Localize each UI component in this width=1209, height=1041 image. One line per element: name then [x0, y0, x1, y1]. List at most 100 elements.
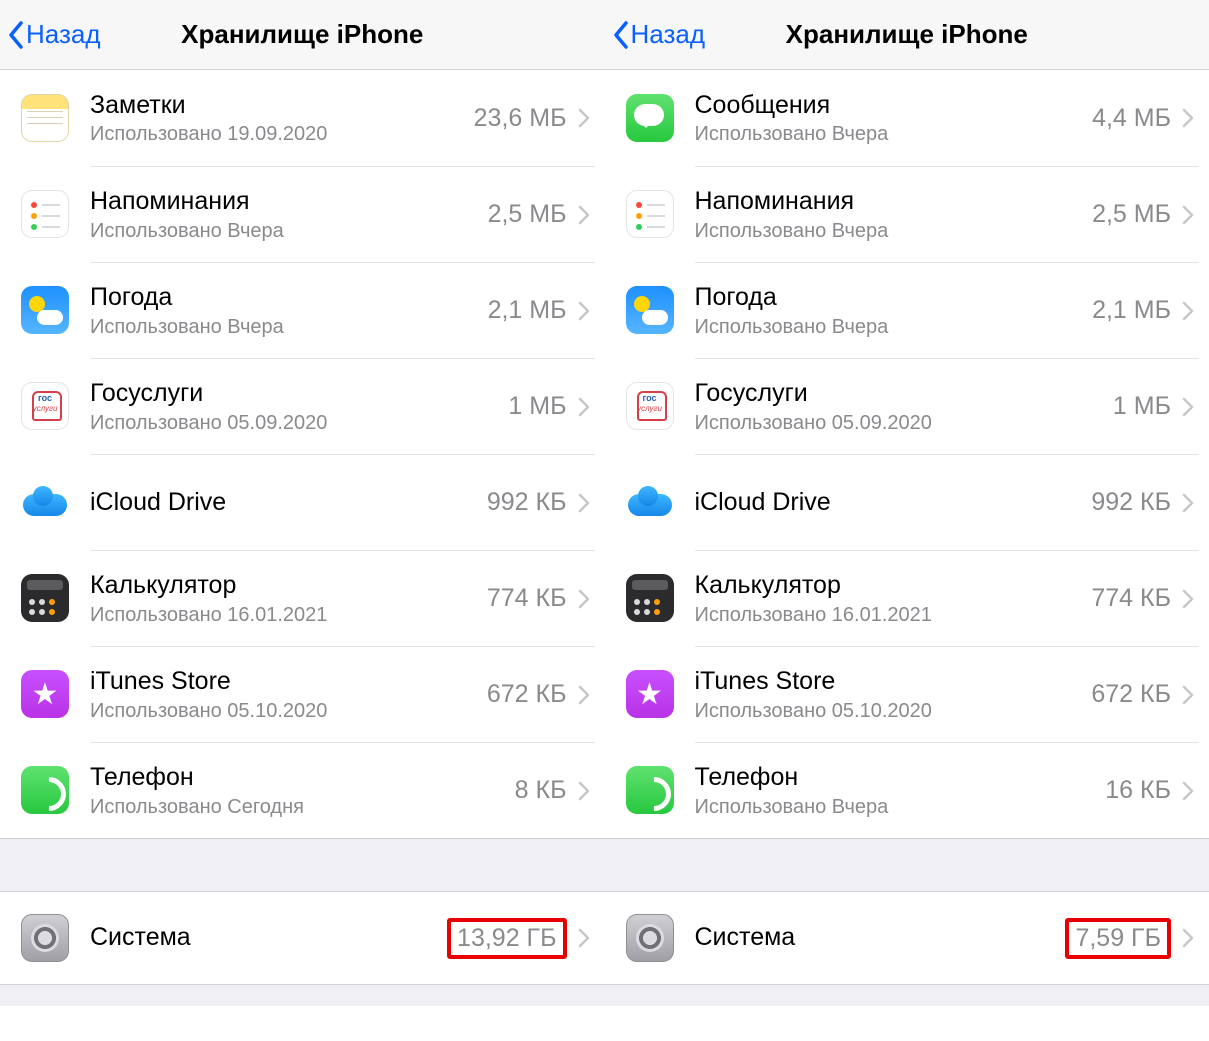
- footer-gap: [605, 984, 1209, 1006]
- app-name: Напоминания: [90, 186, 476, 217]
- app-row[interactable]: ПогодаИспользовано Вчера2,1 МБ: [605, 262, 1209, 358]
- system-label: Система: [90, 922, 435, 953]
- app-size: 992 КБ: [475, 454, 573, 550]
- app-name: Погода: [90, 282, 476, 313]
- system-row[interactable]: Система13,92 ГБ: [0, 892, 605, 984]
- app-name: iTunes Store: [90, 666, 475, 697]
- app-row[interactable]: Погода Использовано Вчера2,1 МБ: [0, 262, 605, 358]
- app-usage: Использовано Вчера: [90, 316, 476, 339]
- app-row[interactable]: услугиГосуслугиИспользовано 05.09.20201 …: [0, 358, 605, 454]
- app-name: Напоминания: [695, 186, 1081, 217]
- app-usage: Использовано 19.09.2020: [90, 123, 462, 146]
- icloud-icon: [0, 478, 90, 526]
- app-name: Госуслуги: [695, 378, 1101, 409]
- chevron-right-icon: [573, 70, 595, 166]
- app-name: Погода: [695, 282, 1081, 313]
- app-size: 2,1 МБ: [476, 262, 573, 358]
- chevron-right-icon: [573, 742, 595, 838]
- app-usage: Использовано Вчера: [695, 796, 1094, 819]
- app-size: 4,4 МБ: [1080, 70, 1177, 166]
- app-row[interactable]: Напоминания Использовано Вчера2,5 МБ: [605, 166, 1209, 262]
- weather-icon: [605, 286, 695, 334]
- app-row[interactable]: iCloud Drive992 КБ: [605, 454, 1209, 550]
- chevron-right-icon: [573, 454, 595, 550]
- app-name: Телефон: [90, 762, 503, 793]
- app-row[interactable]: iTunes StoreИспользовано 05.10.2020672 К…: [605, 646, 1209, 742]
- app-name: Калькулятор: [695, 570, 1080, 601]
- app-row[interactable]: СообщенияИспользовано Вчера4,4 МБ: [605, 70, 1209, 166]
- app-name: Сообщения: [695, 90, 1081, 121]
- icloud-icon: [605, 478, 695, 526]
- app-size: 992 КБ: [1079, 454, 1177, 550]
- chevron-right-icon: [1177, 358, 1199, 454]
- chevron-right-icon: [573, 166, 595, 262]
- app-row[interactable]: Телефон Использовано Вчера16 КБ: [605, 742, 1209, 838]
- back-label: Назад: [631, 19, 706, 50]
- chevron-right-icon: [1177, 646, 1199, 742]
- app-list: СообщенияИспользовано Вчера4,4 МБНапомин…: [605, 70, 1209, 838]
- gos-icon: услуги: [0, 382, 90, 430]
- chevron-right-icon: [573, 550, 595, 646]
- chevron-right-icon: [1177, 70, 1199, 166]
- calc-icon: [605, 574, 695, 622]
- chevron-right-icon: [573, 262, 595, 358]
- app-size: 2,1 МБ: [1080, 262, 1177, 358]
- app-size: 672 КБ: [1079, 646, 1177, 742]
- app-row[interactable]: КалькуляторИспользовано 16.01.2021774 КБ: [0, 550, 605, 646]
- back-button[interactable]: Назад: [0, 19, 101, 50]
- app-usage: Использовано Вчера: [695, 220, 1081, 243]
- app-size: 774 КБ: [1079, 550, 1177, 646]
- app-name: Телефон: [695, 762, 1094, 793]
- app-row[interactable]: ЗаметкиИспользовано 19.09.202023,6 МБ: [0, 70, 605, 166]
- chevron-right-icon: [573, 358, 595, 454]
- app-size: 16 КБ: [1093, 742, 1177, 838]
- app-row[interactable]: Телефон Использовано Сегодня8 КБ: [0, 742, 605, 838]
- app-row[interactable]: Напоминания Использовано Вчера2,5 МБ: [0, 166, 605, 262]
- phone-icon: [0, 766, 90, 814]
- app-name: iCloud Drive: [695, 487, 1080, 518]
- itunes-icon: [0, 670, 90, 718]
- app-name: Заметки: [90, 90, 462, 121]
- app-usage: Использовано Сегодня: [90, 796, 503, 819]
- section-gap: [605, 838, 1209, 892]
- app-usage: Использовано 16.01.2021: [90, 604, 475, 627]
- gos-icon: услуги: [605, 382, 695, 430]
- rem-icon: [605, 190, 695, 238]
- storage-panel: НазадХранилище iPhoneСообщенияИспользова…: [605, 0, 1209, 1006]
- chevron-right-icon: [1177, 454, 1199, 550]
- app-usage: Использовано 05.09.2020: [695, 412, 1101, 435]
- app-row[interactable]: КалькуляторИспользовано 16.01.2021774 КБ: [605, 550, 1209, 646]
- app-size: 2,5 МБ: [1080, 166, 1177, 262]
- app-size: 1 МБ: [496, 358, 572, 454]
- app-usage: Использовано 05.10.2020: [695, 700, 1080, 723]
- navbar: НазадХранилище iPhone: [605, 0, 1209, 70]
- app-row[interactable]: iCloud Drive992 КБ: [0, 454, 605, 550]
- weather-icon: [0, 286, 90, 334]
- app-size: 672 КБ: [475, 646, 573, 742]
- app-name: Калькулятор: [90, 570, 475, 601]
- rem-icon: [0, 190, 90, 238]
- storage-panel: НазадХранилище iPhoneЗаметкиИспользовано…: [0, 0, 605, 1006]
- phone-icon: [605, 766, 695, 814]
- system-size: 7,59 ГБ: [1053, 892, 1177, 984]
- chevron-right-icon: [573, 892, 595, 984]
- system-size: 13,92 ГБ: [435, 892, 572, 984]
- app-size: 8 КБ: [503, 742, 573, 838]
- back-label: Назад: [26, 19, 101, 50]
- chevron-right-icon: [1177, 550, 1199, 646]
- app-usage: Использовано 05.10.2020: [90, 700, 475, 723]
- app-size: 23,6 МБ: [462, 70, 573, 166]
- app-row[interactable]: услугиГосуслуги Использовано 05.09.20201 …: [605, 358, 1209, 454]
- back-button[interactable]: Назад: [605, 19, 706, 50]
- app-size: 2,5 МБ: [476, 166, 573, 262]
- chevron-right-icon: [1177, 742, 1199, 838]
- app-name: iCloud Drive: [90, 487, 475, 518]
- gear-icon: [0, 914, 90, 962]
- app-row[interactable]: iTunes Store Использовано 05.10.2020672 К…: [0, 646, 605, 742]
- app-size: 1 МБ: [1101, 358, 1177, 454]
- gear-icon: [605, 914, 695, 962]
- app-list: ЗаметкиИспользовано 19.09.202023,6 МБНап…: [0, 70, 605, 838]
- system-row[interactable]: Система7,59 ГБ: [605, 892, 1209, 984]
- chevron-right-icon: [573, 646, 595, 742]
- app-usage: Использовано Вчера: [90, 220, 476, 243]
